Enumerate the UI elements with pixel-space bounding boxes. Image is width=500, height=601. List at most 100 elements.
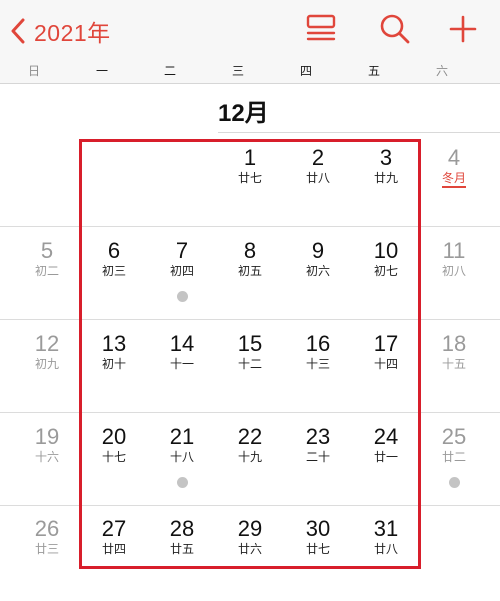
day-cell[interactable]: 26 廿三 (13, 517, 81, 601)
day-cell[interactable]: 9 初六 (284, 239, 352, 323)
weekday-label: 日 (27, 64, 40, 78)
day-number: 20 (101, 424, 127, 449)
day-number: 14 (169, 331, 195, 356)
lunar-date: 初二 (34, 264, 59, 278)
day-cell[interactable]: 23 二十 (284, 425, 352, 509)
day-number: 10 (373, 238, 399, 263)
day-cell[interactable]: 16 十三 (284, 332, 352, 416)
event-dot-indicator (176, 477, 188, 488)
day-number: 4 (447, 145, 461, 170)
lunar-date: 初七 (373, 264, 398, 278)
day-cell[interactable]: 19 十六 (13, 425, 81, 509)
lunar-date: 初四 (169, 264, 194, 278)
lunar-date: 十七 (101, 450, 126, 464)
day-number: 5 (40, 238, 54, 263)
weekday-label: 五 (367, 64, 380, 78)
day-cell[interactable]: 11 初八 (420, 239, 488, 323)
day-cell[interactable]: 24 廿一 (352, 425, 420, 509)
day-number: 21 (169, 424, 195, 449)
day-cell[interactable]: 12 初九 (13, 332, 81, 416)
day-number: 11 (442, 238, 466, 263)
back-label: 2021年 (34, 20, 111, 46)
day-cell[interactable]: 6 初三 (80, 239, 148, 323)
lunar-date: 廿六 (237, 542, 262, 556)
day-cell[interactable]: 2 廿八 (284, 146, 352, 230)
day-cell[interactable]: 28 廿五 (148, 517, 216, 601)
day-number: 17 (373, 331, 399, 356)
day-number: 23 (305, 424, 331, 449)
lunar-date: 廿八 (305, 171, 330, 185)
day-cell[interactable]: 4 冬月 (420, 146, 488, 230)
list-view-icon (306, 14, 336, 41)
day-number: 31 (373, 516, 399, 541)
day-number: 26 (34, 516, 60, 541)
day-number: 28 (169, 516, 195, 541)
day-cell[interactable]: 7 初四 (148, 239, 216, 323)
lunar-date: 廿九 (373, 171, 398, 185)
day-cell[interactable]: 22 十九 (216, 425, 284, 509)
chevron-left-icon (11, 18, 25, 44)
day-number: 30 (305, 516, 331, 541)
day-number: 7 (175, 238, 189, 263)
lunar-date: 十五 (441, 357, 466, 371)
weekday-header: 日 一 二 三 四 五 六 (0, 60, 500, 82)
weekday-label: 四 (299, 64, 312, 78)
day-cell[interactable]: 8 初五 (216, 239, 284, 323)
day-number: 18 (441, 331, 467, 356)
lunar-date: 廿四 (101, 542, 126, 556)
list-view-button[interactable] (304, 12, 340, 48)
lunar-date: 廿七 (237, 171, 262, 185)
add-event-button[interactable] (446, 12, 482, 48)
day-cell[interactable]: 25 廿二 (420, 425, 488, 509)
lunar-date: 初三 (101, 264, 126, 278)
weekday-label: 二 (163, 64, 176, 78)
month-divider (218, 132, 500, 133)
day-cell[interactable]: 5 初二 (13, 239, 81, 323)
day-cell[interactable]: 1 廿七 (216, 146, 284, 230)
day-cell[interactable]: 17 十四 (352, 332, 420, 416)
day-cell[interactable]: 13 初十 (80, 332, 148, 416)
lunar-date: 初五 (237, 264, 262, 278)
day-cell[interactable]: 31 廿八 (352, 517, 420, 601)
search-button[interactable] (378, 12, 414, 48)
back-button[interactable]: 2021年 (10, 14, 111, 48)
day-cell[interactable]: 27 廿四 (80, 517, 148, 601)
header-divider (0, 83, 500, 84)
day-number: 1 (243, 145, 257, 170)
day-number: 15 (237, 331, 263, 356)
day-cell[interactable]: 3 廿九 (352, 146, 420, 230)
lunar-date: 初六 (305, 264, 330, 278)
event-dot-indicator (176, 291, 188, 302)
day-number: 27 (101, 516, 127, 541)
day-number: 16 (305, 331, 331, 356)
lunar-date: 初八 (441, 264, 466, 278)
event-dot-indicator (448, 477, 460, 488)
month-title: 12月 (218, 100, 269, 127)
lunar-date: 冬月 (420, 171, 488, 188)
weekday-label: 六 (435, 64, 448, 78)
day-number: 24 (373, 424, 399, 449)
day-cell[interactable]: 14 十一 (148, 332, 216, 416)
day-cell[interactable]: 20 十七 (80, 425, 148, 509)
lunar-date: 廿一 (373, 450, 398, 464)
day-number: 12 (34, 331, 60, 356)
search-icon (380, 14, 410, 44)
day-cell[interactable]: 29 廿六 (216, 517, 284, 601)
day-number: 8 (243, 238, 257, 263)
day-cell[interactable]: 10 初七 (352, 239, 420, 323)
lunar-date: 十六 (34, 450, 59, 464)
lunar-date: 初九 (34, 357, 59, 371)
day-number: 2 (311, 145, 325, 170)
day-number: 13 (101, 331, 127, 356)
day-cell[interactable]: 18 十五 (420, 332, 488, 416)
day-number: 6 (107, 238, 121, 263)
lunar-date: 十三 (305, 357, 330, 371)
day-number: 19 (34, 424, 60, 449)
day-cell[interactable]: 15 十二 (216, 332, 284, 416)
day-number: 29 (237, 516, 263, 541)
day-cell[interactable]: 21 十八 (148, 425, 216, 509)
weekday-label: 三 (231, 64, 244, 78)
day-cell[interactable]: 30 廿七 (284, 517, 352, 601)
lunar-date: 十四 (373, 357, 398, 371)
day-number: 9 (311, 238, 325, 263)
